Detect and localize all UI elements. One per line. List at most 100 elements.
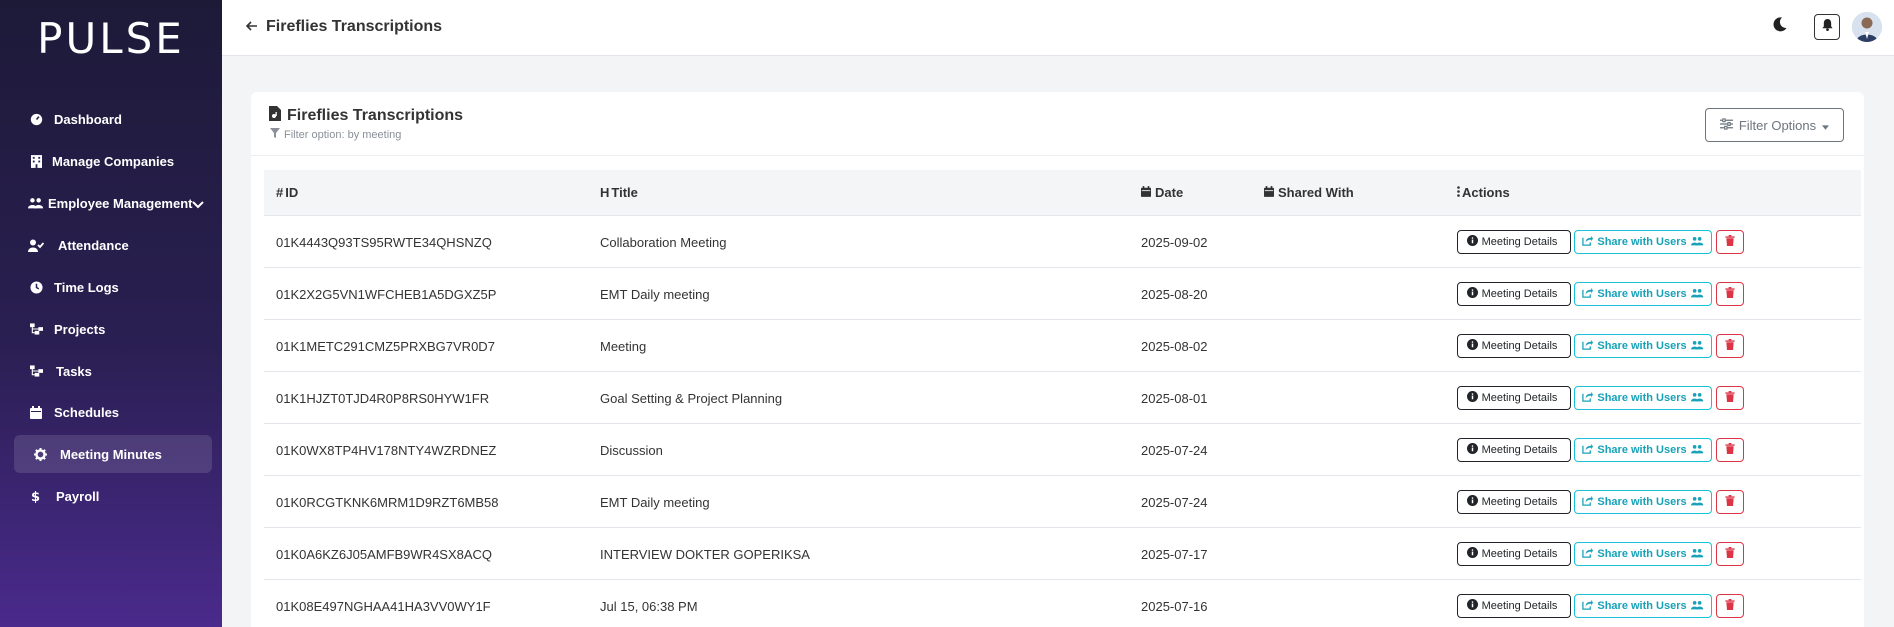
sidebar-item-label: Projects bbox=[54, 321, 106, 337]
users-icon bbox=[1690, 496, 1704, 509]
cell-title: Discussion bbox=[600, 442, 663, 458]
trash-icon bbox=[1725, 391, 1735, 405]
cell-date: 2025-07-17 bbox=[1141, 546, 1208, 562]
share-square-icon bbox=[1582, 391, 1594, 405]
cell-date: 2025-08-02 bbox=[1141, 338, 1208, 354]
table-row: 01K08E497NGHAA41HA3VV0WY1F Jul 15, 06:38… bbox=[264, 580, 1861, 627]
share-with-users-button[interactable]: Share with Users bbox=[1574, 334, 1712, 358]
share-with-users-label: Share with Users bbox=[1597, 340, 1687, 352]
share-square-icon bbox=[1582, 547, 1594, 561]
cell-id: 01K0A6KZ6J05AMFB9WR4SX8ACQ bbox=[276, 546, 493, 562]
delete-button[interactable] bbox=[1716, 386, 1744, 410]
sidebar-item-label: Manage Companies bbox=[52, 153, 175, 169]
meeting-details-label: Meeting Details bbox=[1481, 600, 1558, 612]
share-with-users-button[interactable]: Share with Users bbox=[1574, 438, 1712, 462]
share-with-users-button[interactable]: Share with Users bbox=[1574, 542, 1712, 566]
table-header: # ID H Title Date Shared With Actions bbox=[264, 170, 1861, 216]
sidebar-item-label: Payroll bbox=[56, 488, 100, 504]
users-icon bbox=[1690, 444, 1704, 457]
meeting-details-button[interactable]: Meeting Details bbox=[1457, 230, 1571, 254]
dark-mode-toggle[interactable] bbox=[1766, 13, 1794, 41]
share-with-users-button[interactable]: Share with Users bbox=[1574, 594, 1712, 618]
building-icon bbox=[28, 153, 44, 169]
topbar: Fireflies Transcriptions bbox=[222, 0, 1894, 56]
filter-options-label: Filter Options bbox=[1738, 117, 1817, 133]
sidebar-item-dashboard[interactable]: Dashboard bbox=[14, 100, 212, 138]
sidebar-item-meeting-minutes[interactable]: Meeting Minutes bbox=[14, 435, 212, 473]
calendar-icon bbox=[28, 404, 44, 420]
meeting-details-label: Meeting Details bbox=[1481, 444, 1558, 456]
meeting-details-button[interactable]: Meeting Details bbox=[1457, 594, 1571, 618]
meeting-details-button[interactable]: Meeting Details bbox=[1457, 438, 1571, 462]
users-icon bbox=[28, 195, 44, 211]
sidebar-item-manage-companies[interactable]: Manage Companies bbox=[14, 142, 212, 180]
sitemap-icon bbox=[28, 321, 44, 337]
share-with-users-button[interactable]: Share with Users bbox=[1574, 230, 1712, 254]
trash-icon bbox=[1725, 599, 1735, 613]
sidebar-item-attendance[interactable]: Attendance bbox=[14, 226, 212, 264]
sidebar-item-projects[interactable]: Projects bbox=[14, 310, 212, 348]
cell-title: INTERVIEW DOKTER GOPERIKSA bbox=[600, 546, 810, 562]
app-logo: PULSE bbox=[37, 14, 185, 63]
hashtag-icon: # bbox=[276, 185, 284, 200]
heading-icon: H bbox=[600, 185, 610, 200]
share-square-icon bbox=[1582, 339, 1594, 353]
meeting-details-button[interactable]: Meeting Details bbox=[1457, 334, 1571, 358]
delete-button[interactable] bbox=[1716, 334, 1744, 358]
meeting-details-button[interactable]: Meeting Details bbox=[1457, 542, 1571, 566]
avatar[interactable] bbox=[1852, 12, 1882, 42]
filter-options-button[interactable]: Filter Options bbox=[1705, 108, 1844, 142]
notifications-button[interactable] bbox=[1814, 14, 1840, 40]
table-row: 01K1METC291CMZ5PRXBG7VR0D7 Meeting 2025-… bbox=[264, 320, 1861, 372]
cell-date: 2025-08-01 bbox=[1141, 390, 1208, 406]
meeting-details-button[interactable]: Meeting Details bbox=[1457, 282, 1571, 306]
cell-actions: Meeting Details Share with Users bbox=[1457, 216, 1744, 268]
delete-button[interactable] bbox=[1716, 438, 1744, 462]
delete-button[interactable] bbox=[1716, 542, 1744, 566]
back-button[interactable]: Fireflies Transcriptions bbox=[245, 18, 443, 36]
dashboard-gauge-icon bbox=[28, 111, 44, 127]
users-icon bbox=[1690, 288, 1704, 301]
share-with-users-button[interactable]: Share with Users bbox=[1574, 490, 1712, 514]
delete-button[interactable] bbox=[1716, 490, 1744, 514]
page-title: Fireflies Transcriptions bbox=[266, 18, 443, 35]
cell-date: 2025-07-16 bbox=[1141, 598, 1208, 614]
meeting-details-label: Meeting Details bbox=[1481, 496, 1558, 508]
share-with-users-button[interactable]: Share with Users bbox=[1574, 386, 1712, 410]
cell-date: 2025-07-24 bbox=[1141, 442, 1208, 458]
card-subtitle: Filter option: by meeting bbox=[270, 128, 401, 141]
delete-button[interactable] bbox=[1716, 282, 1744, 306]
users-icon bbox=[1690, 340, 1704, 353]
trash-icon bbox=[1725, 339, 1735, 353]
sidebar-item-time-logs[interactable]: Time Logs bbox=[14, 268, 212, 306]
sidebar-item-schedules[interactable]: Schedules bbox=[14, 393, 212, 431]
topbar-actions bbox=[1766, 12, 1882, 42]
trash-icon bbox=[1725, 495, 1735, 509]
users-icon bbox=[1690, 548, 1704, 561]
cell-title: Jul 15, 06:38 PM bbox=[600, 598, 698, 614]
meeting-details-button[interactable]: Meeting Details bbox=[1457, 490, 1571, 514]
bell-icon bbox=[1821, 18, 1833, 36]
delete-button[interactable] bbox=[1716, 594, 1744, 618]
gear-icon bbox=[32, 446, 48, 462]
trash-icon bbox=[1725, 547, 1735, 561]
sidebar-item-label: Attendance bbox=[58, 237, 129, 253]
cell-actions: Meeting Details Share with Users bbox=[1457, 268, 1744, 320]
sidebar-item-employee-management[interactable]: Employee Management bbox=[14, 184, 212, 222]
chevron-down-icon[interactable] bbox=[192, 196, 204, 214]
table-body: 01K4443Q93TS95RWTE34QHSNZQ Collaboration… bbox=[264, 216, 1861, 627]
meeting-details-button[interactable]: Meeting Details bbox=[1457, 386, 1571, 410]
table-row: 01K1HJZT0TJD4R0P8RS0HYW1FR Goal Setting … bbox=[264, 372, 1861, 424]
info-circle-icon bbox=[1466, 287, 1478, 301]
delete-button[interactable] bbox=[1716, 230, 1744, 254]
moon-icon bbox=[1773, 17, 1787, 37]
clock-icon bbox=[28, 279, 44, 295]
cell-actions: Meeting Details Share with Users bbox=[1457, 372, 1744, 424]
share-square-icon bbox=[1582, 599, 1594, 613]
filter-option-text: Filter option: by meeting bbox=[284, 128, 402, 141]
share-with-users-button[interactable]: Share with Users bbox=[1574, 282, 1712, 306]
calendar-icon bbox=[1141, 185, 1151, 200]
meeting-details-label: Meeting Details bbox=[1481, 548, 1558, 560]
sidebar-item-payroll[interactable]: $ Payroll bbox=[14, 477, 212, 515]
sidebar-item-tasks[interactable]: Tasks bbox=[14, 352, 212, 390]
